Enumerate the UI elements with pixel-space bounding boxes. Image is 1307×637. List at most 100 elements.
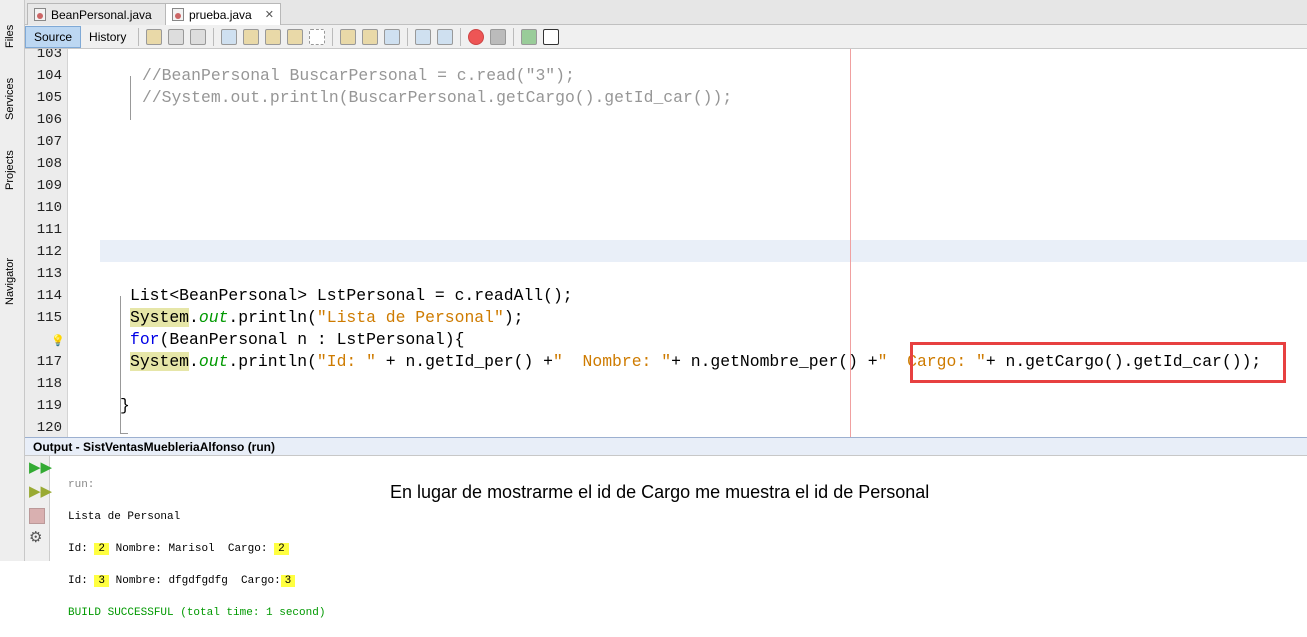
line-number: 115 [36,310,62,326]
tab-label: prueba.java [189,7,252,22]
indent-guide [130,76,131,120]
divider [513,27,515,46]
stop-icon[interactable] [29,508,45,524]
files-panel-tab[interactable]: Files [4,25,16,48]
id-value: 3 [94,575,110,587]
divider [332,27,334,46]
java-file-icon [34,8,46,21]
code-token: " Nombre: " [553,352,672,371]
rerun-icon[interactable]: ▶▶ [29,460,52,476]
code-line: System.out.println("Lista de Personal"); [130,307,524,329]
shift-left-icon[interactable] [415,28,432,45]
shift-right-icon[interactable] [437,28,454,45]
code-token: "Lista de Personal" [316,308,504,327]
indent-guide [120,433,128,434]
uncomment-icon[interactable] [543,28,560,45]
code-token: //BeanPersonal BuscarPersonal = c.read("… [142,66,575,85]
record-macro-icon[interactable] [468,28,485,45]
code-token: . [189,308,199,327]
comment-icon[interactable] [521,28,538,45]
annotation-note: En lugar de mostrarme el id de Cargo me … [390,482,930,502]
cargo-value: 2 [274,543,289,555]
source-button[interactable]: Source [25,25,82,48]
toggle-bookmark-icon[interactable] [384,28,401,45]
output-panel-title: Output - SistVentasMuebleriaAlfonso (run… [25,437,1307,456]
divider [138,27,140,46]
output-console: run: Lista de Personal Id: 2 Nombre: Mar… [68,461,325,637]
code-line: } [120,395,130,417]
code-token: List<BeanPersonal> LstPersonal = c.readA… [130,286,573,305]
line-number: 111 [36,222,62,238]
line-number-gutter: 103 104 105 106 107 108 109 110 111 112 113 114 115 💡… [25,49,68,437]
label: Id: [68,575,88,587]
back-icon[interactable] [168,28,185,45]
line-number: 108 [36,156,62,172]
code-token: ); [503,308,524,327]
output-line: Id: 3 Nombre: dfgdfgdfg Cargo: 3 [68,573,325,589]
line-number: 118 [36,376,62,392]
highlight-annotation-box [910,342,1286,383]
next-bookmark-icon[interactable] [362,28,379,45]
code-token: //System.out.println(BuscarPersonal.getC… [142,88,733,107]
code-editor[interactable]: 103 104 105 106 107 108 109 110 111 112 113 114 115 💡… [25,49,1307,437]
navigator-panel-tab[interactable]: Navigator [4,258,16,305]
output-line: BUILD SUCCESSFUL (total time: 1 second) [68,607,326,619]
history-button[interactable]: History [81,26,134,48]
left-side-panel-bar: Files Services Projects Navigator [0,0,25,561]
line-number: 117 [36,354,62,370]
java-file-icon [172,8,184,21]
editor-tabs: BeanPersonal.java✕ prueba.java ✕ [25,0,1307,25]
current-line-highlight [100,240,1307,262]
line-number: 104 [36,68,62,84]
stop-macro-icon[interactable] [490,28,507,45]
search-icon[interactable] [221,28,238,45]
line-number: 110 [36,200,62,216]
tab-prueba[interactable]: prueba.java ✕ [165,3,281,25]
close-icon[interactable]: ✕ [265,8,274,21]
label: Nombre: Marisol Cargo: [115,543,268,555]
line-number: 107 [36,134,62,150]
output-line: Id: 2 Nombre: Marisol Cargo: 2 [68,541,325,557]
services-panel-tab[interactable]: Services [4,78,16,120]
line-number: 109 [36,178,62,194]
toggle-highlight-icon[interactable] [287,28,304,45]
forward-icon[interactable] [190,28,207,45]
code-line: for(BeanPersonal n : LstPersonal){ [130,329,464,351]
code-token: .println( [228,308,317,327]
divider [460,27,462,46]
output-line: Lista de Personal [68,511,181,523]
code-token: .println( [228,352,317,371]
code-token: (BeanPersonal n : LstPersonal){ [159,330,465,349]
hint-warning-icon[interactable]: 💡 [51,334,65,347]
code-token: System [130,308,190,327]
line-number: 120 [36,420,62,436]
cargo-value: 3 [280,575,296,587]
code-token: System [130,352,190,371]
code-token: } [120,396,130,415]
editor-toolbar: Source History [25,25,1307,49]
divider [407,27,409,46]
code-line: //System.out.println(BuscarPersonal.getC… [142,87,732,109]
find-next-icon[interactable] [265,28,282,45]
code-token: "Id: " [316,352,376,371]
last-edit-icon[interactable] [146,28,163,45]
line-number: 114 [36,288,62,304]
code-line: List<BeanPersonal> LstPersonal = c.readA… [130,285,573,307]
previous-bookmark-icon[interactable] [340,28,357,45]
code-token: for [130,330,160,349]
rectangular-selection-icon[interactable] [309,28,326,45]
id-value: 2 [94,543,110,555]
code-token: + n.getNombre_per() + [671,352,878,371]
find-previous-icon[interactable] [243,28,260,45]
line-number: 113 [36,266,62,282]
code-line: //BeanPersonal BuscarPersonal = c.read("… [142,65,575,87]
projects-panel-tab[interactable]: Projects [4,150,16,190]
line-number: 106 [36,112,62,128]
settings-icon[interactable]: ⚙ [29,530,45,546]
tab-beanpersonal[interactable]: BeanPersonal.java✕ [27,3,181,25]
label: Id: [68,543,88,555]
line-number: 112 [36,244,62,260]
output-line: run: [68,479,95,491]
rerun-with-options-icon[interactable]: ▶▶ [29,484,52,500]
output-toolbar: ▶▶ ▶▶ ⚙ [25,456,52,561]
